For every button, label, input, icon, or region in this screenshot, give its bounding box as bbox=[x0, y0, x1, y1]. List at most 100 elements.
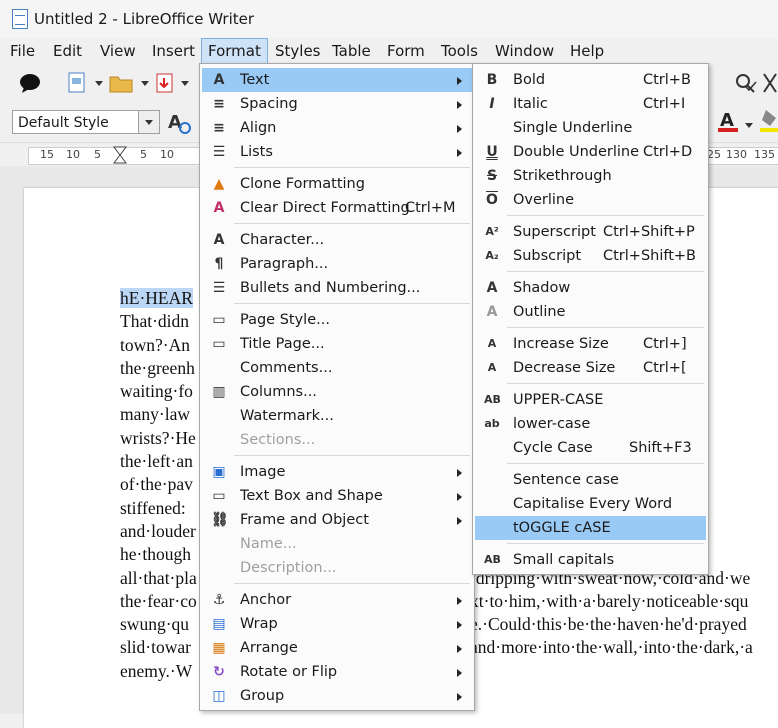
chevron-down-icon[interactable] bbox=[138, 111, 159, 133]
chevron-right-icon bbox=[457, 101, 462, 109]
menu-styles[interactable]: Styles bbox=[269, 38, 327, 64]
lowercase-icon: ab bbox=[484, 417, 500, 430]
text-submenu-item-shadow[interactable]: A Shadow bbox=[475, 276, 706, 300]
menu-separator bbox=[234, 223, 470, 224]
menu-item-label: Decrease Size bbox=[513, 360, 616, 376]
new-document-icon[interactable] bbox=[66, 72, 88, 94]
chevron-right-icon bbox=[457, 469, 462, 477]
menu-separator bbox=[234, 303, 470, 304]
rotate-icon: ↻ bbox=[213, 664, 225, 680]
menu-insert[interactable]: Insert bbox=[146, 38, 201, 64]
text-submenu-item-bold[interactable]: B Bold Ctrl+B bbox=[475, 68, 706, 92]
font-color-icon[interactable]: A bbox=[716, 108, 742, 134]
paragraph-style-select[interactable]: Default Style bbox=[12, 110, 160, 134]
menu-item-label: Lists bbox=[240, 144, 273, 160]
update-style-icon[interactable]: A bbox=[166, 108, 194, 136]
text-submenu-item-toggle-case[interactable]: tOGGLE cASE bbox=[475, 516, 706, 540]
menu-edit[interactable]: Edit bbox=[47, 38, 88, 64]
menu-item-label: Text Box and Shape bbox=[240, 488, 383, 504]
ruler-tick: 15 bbox=[40, 148, 54, 161]
format-menu-item-spacing[interactable]: ≡ Spacing bbox=[202, 92, 472, 116]
save-icon[interactable] bbox=[154, 72, 176, 94]
chevron-down-icon[interactable] bbox=[744, 122, 754, 130]
menu-tools[interactable]: Tools bbox=[435, 38, 484, 64]
text-submenu-item-single-underline[interactable]: Single Underline bbox=[475, 116, 706, 140]
highlighter-icon[interactable] bbox=[760, 108, 778, 134]
line-text: slid·towar bbox=[120, 637, 191, 658]
chevron-right-icon bbox=[457, 125, 462, 133]
format-menu-item-wrap[interactable]: ▤ Wrap bbox=[202, 612, 472, 636]
menu-item-shortcut: Ctrl+I bbox=[643, 96, 686, 112]
text-submenu-item-upper-case[interactable]: AB UPPER-CASE bbox=[475, 388, 706, 412]
ruler-tick: 10 bbox=[66, 148, 80, 161]
format-menu-item-watermark[interactable]: Watermark... bbox=[202, 404, 472, 428]
format-menu-item-character[interactable]: A Character... bbox=[202, 228, 472, 252]
format-menu-item-text[interactable]: A Text bbox=[202, 68, 472, 92]
indent-marker-icon[interactable] bbox=[113, 146, 127, 164]
format-menu-item-paragraph[interactable]: ¶ Paragraph... bbox=[202, 252, 472, 276]
open-folder-icon[interactable] bbox=[108, 72, 134, 94]
menu-form[interactable]: Form bbox=[381, 38, 431, 64]
format-menu-item-lists[interactable]: ☰ Lists bbox=[202, 140, 472, 164]
menu-separator bbox=[507, 463, 704, 464]
text-submenu-item-sentence-case[interactable]: Sentence case bbox=[475, 468, 706, 492]
menu-item-label: Anchor bbox=[240, 592, 292, 608]
blank-icon bbox=[484, 440, 500, 456]
menu-view[interactable]: View bbox=[94, 38, 142, 64]
menu-item-label: Wrap bbox=[240, 616, 278, 632]
menu-format[interactable]: Format bbox=[201, 38, 268, 64]
format-menu-item-bullets-and-numbering[interactable]: ☰ Bullets and Numbering... bbox=[202, 276, 472, 300]
menu-item-label: Bullets and Numbering... bbox=[240, 280, 421, 296]
wrap-icon: ▤ bbox=[212, 616, 226, 632]
text-submenu-item-strikethrough[interactable]: S Strikethrough bbox=[475, 164, 706, 188]
text-submenu-item-cycle-case[interactable]: Cycle Case Shift+F3 bbox=[475, 436, 706, 460]
format-menu-item-clone-formatting[interactable]: ▲ Clone Formatting bbox=[202, 172, 472, 196]
format-menu-item-columns[interactable]: ▥ Columns... bbox=[202, 380, 472, 404]
text-submenu-item-superscript[interactable]: A² Superscript Ctrl+Shift+P bbox=[475, 220, 706, 244]
spellcheck-icon[interactable] bbox=[734, 72, 758, 94]
format-menu-item-anchor[interactable]: ⚓ Anchor bbox=[202, 588, 472, 612]
text-submenu-item-overline[interactable]: O Overline bbox=[475, 188, 706, 212]
text-submenu-item-increase-size[interactable]: A Increase Size Ctrl+] bbox=[475, 332, 706, 356]
text-submenu-item-lower-case[interactable]: ab lower-case bbox=[475, 412, 706, 436]
menu-item-label: Character... bbox=[240, 232, 325, 248]
menu-item-label: UPPER-CASE bbox=[513, 392, 604, 408]
text-submenu-item-capitalise-every-word[interactable]: Capitalise Every Word bbox=[475, 492, 706, 516]
chevron-down-icon[interactable] bbox=[94, 80, 104, 88]
text-submenu-item-italic[interactable]: I Italic Ctrl+I bbox=[475, 92, 706, 116]
format-menu-item-align[interactable]: ≡ Align bbox=[202, 116, 472, 140]
text-submenu-item-double-underline[interactable]: U Double Underline Ctrl+D bbox=[475, 140, 706, 164]
formatting-marks-icon[interactable] bbox=[762, 72, 778, 94]
chevron-down-icon[interactable] bbox=[180, 80, 190, 88]
blank-icon bbox=[211, 360, 227, 376]
menu-help[interactable]: Help bbox=[564, 38, 610, 64]
document-line-fragment: and·more·into·the·wall,·into·the·dark,·a bbox=[470, 637, 753, 658]
format-menu-item-comments[interactable]: Comments... bbox=[202, 356, 472, 380]
format-menu-item-text-box-and-shape[interactable]: ▭ Text Box and Shape bbox=[202, 484, 472, 508]
comment-bubble-icon[interactable] bbox=[18, 72, 42, 94]
menu-file[interactable]: File bbox=[4, 38, 41, 64]
text-submenu-item-subscript[interactable]: A₂ Subscript Ctrl+Shift+B bbox=[475, 244, 706, 268]
menu-table[interactable]: Table bbox=[326, 38, 377, 64]
chevron-down-icon[interactable] bbox=[140, 80, 150, 88]
format-menu-item-page-style[interactable]: ▭ Page Style... bbox=[202, 308, 472, 332]
menu-item-label: Cycle Case bbox=[513, 440, 593, 456]
text-submenu-item-small-capitals[interactable]: AB Small capitals bbox=[475, 548, 706, 572]
ruler-tick: 10 bbox=[160, 148, 174, 161]
format-menu-item-clear-direct-formatting[interactable]: A Clear Direct Formatting Ctrl+M bbox=[202, 196, 472, 220]
format-menu-item-title-page[interactable]: ▭ Title Page... bbox=[202, 332, 472, 356]
format-menu-item-image[interactable]: ▣ Image bbox=[202, 460, 472, 484]
ruler-tick: 5 bbox=[94, 148, 101, 161]
format-menu-item-frame-and-object[interactable]: ⛓ Frame and Object bbox=[202, 508, 472, 532]
menu-item-label: Clear Direct Formatting bbox=[240, 200, 410, 216]
format-menu-item-group[interactable]: ◫ Group bbox=[202, 684, 472, 708]
menu-item-label: Superscript bbox=[513, 224, 596, 240]
subscript-icon: A₂ bbox=[485, 249, 499, 262]
text-submenu-item-outline[interactable]: A Outline bbox=[475, 300, 706, 324]
menu-window[interactable]: Window bbox=[489, 38, 560, 64]
format-menu-item-arrange[interactable]: ▦ Arrange bbox=[202, 636, 472, 660]
format-menu-item-rotate-or-flip[interactable]: ↻ Rotate or Flip bbox=[202, 660, 472, 684]
text-submenu-item-decrease-size[interactable]: A Decrease Size Ctrl+[ bbox=[475, 356, 706, 380]
anchor-icon: ⚓ bbox=[212, 592, 226, 608]
menu-item-label: Outline bbox=[513, 304, 566, 320]
